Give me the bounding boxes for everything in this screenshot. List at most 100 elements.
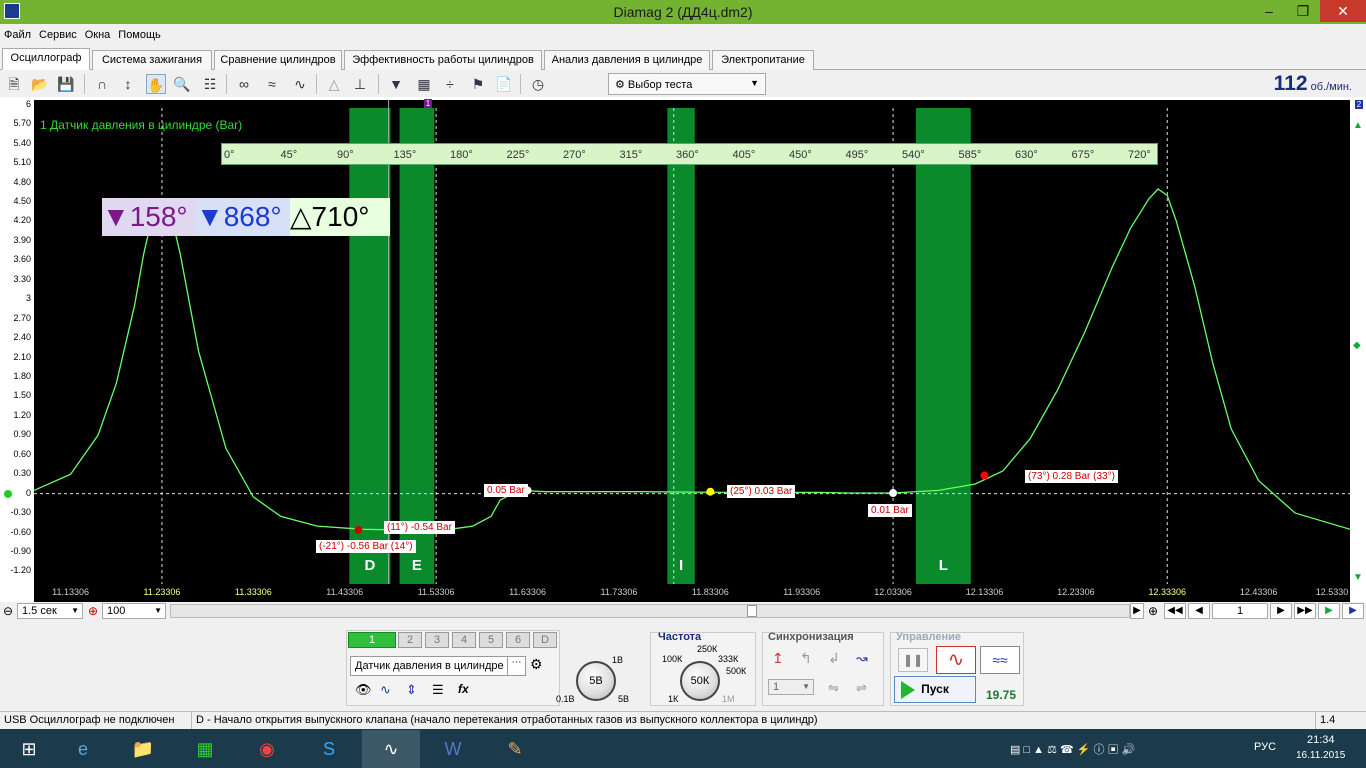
save-icon[interactable]: 💾 [56, 74, 76, 94]
tab-power[interactable]: Электропитание [712, 50, 814, 70]
play-button[interactable]: ▶ [1318, 603, 1340, 619]
auto-icon[interactable]: △ [324, 74, 344, 94]
sensor-select[interactable]: Датчик давления в цилиндре ⋯ [350, 656, 526, 676]
tab-pressure-analysis[interactable]: Анализ давления в цилиндре [544, 50, 710, 70]
menu-file[interactable]: Файл [0, 26, 35, 41]
function-icon[interactable]: fx [458, 682, 469, 696]
open-folder-icon[interactable]: 📂 [30, 74, 50, 94]
menu-help[interactable]: Помощь [114, 26, 165, 41]
channel-2-button[interactable]: 2 [398, 632, 422, 648]
paint-icon[interactable]: ✎ [486, 730, 544, 768]
next-page-button[interactable]: ▶ [1270, 603, 1292, 619]
eye-icon[interactable]: 👁 [355, 682, 372, 698]
new-file-icon[interactable]: 🗎 [4, 74, 24, 94]
freq-knob[interactable]: 50К [680, 661, 720, 701]
rising-edge-icon[interactable]: ↥ [772, 650, 784, 667]
diamag-icon[interactable]: ∿ [362, 730, 420, 768]
zoom-select[interactable]: 100 ▼ [102, 603, 166, 619]
curve-tool-icon[interactable]: ∩ [92, 74, 112, 94]
file-explorer-icon[interactable]: 📁 [114, 730, 172, 768]
zone-label-i: I [679, 557, 683, 574]
skype-icon[interactable]: S [300, 730, 358, 768]
zero-level-marker[interactable] [4, 489, 12, 498]
chrome-icon[interactable]: ◉ [238, 730, 296, 768]
offset-icon[interactable]: ⇕ [406, 682, 417, 698]
zoom-in-icon[interactable]: ⊕ [88, 604, 98, 618]
loop-icon[interactable]: ∿ [290, 74, 310, 94]
sync-icon[interactable]: ∞ [234, 74, 254, 94]
hand-tool-icon[interactable]: ✋ [146, 74, 166, 94]
zero-icon[interactable]: ⊥ [350, 74, 370, 94]
auto-clock-icon[interactable]: ◷ [528, 74, 548, 94]
voltage-knob[interactable]: 5В [576, 661, 616, 701]
cursor2-marker[interactable]: 2 [1355, 100, 1363, 109]
tab-ignition[interactable]: Система зажигания [92, 50, 212, 70]
windows-start-icon[interactable]: ⊞ [0, 730, 58, 768]
channel-3-button[interactable]: 3 [425, 632, 449, 648]
scroll-right-icon[interactable]: ▶ [1130, 603, 1144, 619]
language-indicator[interactable]: РУС [1254, 741, 1276, 753]
control-value: 19.75 [986, 688, 1017, 702]
clock-date[interactable]: 16.11.2015 [1296, 750, 1345, 761]
zoom-out-icon[interactable]: ⊖ [3, 604, 13, 618]
sync-channel-select[interactable]: 1 ▼ [768, 679, 814, 695]
close-button[interactable]: ✕ [1320, 0, 1366, 22]
sine-mode-button[interactable]: ∿ [936, 646, 976, 674]
more-icon[interactable]: ⋯ [507, 657, 525, 675]
clock-time[interactable]: 21:34 [1307, 734, 1335, 746]
menu-windows[interactable]: Окна [81, 26, 115, 41]
tab-cylinder-efficiency[interactable]: Эффективность работы цилиндров [344, 50, 542, 70]
waves-icon[interactable]: ≈ [262, 74, 282, 94]
scroll-up-icon[interactable]: ▲ [1353, 120, 1363, 131]
filter-icon[interactable]: ☷ [200, 74, 220, 94]
play-fast-button[interactable]: ▶ [1342, 603, 1364, 619]
oscilloscope-plot[interactable]: DEIL [34, 100, 1350, 584]
horizontal-scrollbar[interactable] [170, 604, 1130, 618]
cursor1-marker[interactable]: 1 [424, 99, 432, 108]
tray-icons[interactable]: ▤ □ ▲ ⚖ ☎ ⚡ ⓘ ▣ 🔊 [1010, 741, 1135, 757]
split-icon[interactable]: ÷ [440, 74, 460, 94]
maximize-button[interactable]: ❐ [1286, 0, 1320, 22]
store-icon[interactable]: ▦ [176, 730, 234, 768]
sensor-settings-icon[interactable]: ⚙ [530, 656, 543, 673]
scroll-thumb[interactable] [747, 605, 757, 617]
channel-4-button[interactable]: 4 [452, 632, 476, 648]
expand-icon[interactable]: ⇌ [856, 680, 867, 696]
add-page-icon[interactable]: ⊕ [1148, 604, 1158, 618]
channel-1-button[interactable]: 1 [348, 632, 396, 648]
start-button[interactable]: Пуск [894, 676, 976, 703]
scroll-down-icon[interactable]: ▼ [1353, 572, 1363, 583]
internet-explorer-icon[interactable]: e [54, 730, 112, 768]
menu-service[interactable]: Сервис [35, 26, 81, 41]
flag-icon[interactable]: ⚑ [468, 74, 488, 94]
minimize-button[interactable]: – [1252, 0, 1286, 22]
level-down-icon[interactable]: ↲ [828, 650, 840, 667]
level-marker-icon[interactable]: ◆ [1353, 340, 1361, 351]
channel-6-button[interactable]: 6 [506, 632, 530, 648]
word-icon[interactable]: W [424, 730, 482, 768]
test-select[interactable]: ⚙ Выбор теста ▼ [608, 73, 766, 95]
channel-d-button[interactable]: D [533, 632, 557, 648]
tab-cylinder-compare[interactable]: Сравнение цилиндров [214, 50, 342, 70]
first-page-button[interactable]: ◀◀ [1164, 603, 1186, 619]
cursor-filter-icon[interactable]: ▼ [386, 74, 406, 94]
prev-page-button[interactable]: ◀ [1188, 603, 1210, 619]
lines-icon[interactable]: ☰ [432, 682, 444, 698]
channel-5-button[interactable]: 5 [479, 632, 503, 648]
measure-tool-icon[interactable]: ↕ [118, 74, 138, 94]
pause-button[interactable]: ❚❚ [898, 648, 928, 672]
sync-auto-icon[interactable]: ↝ [856, 650, 868, 667]
document-icon[interactable]: 📄 [494, 74, 514, 94]
noise-mode-button[interactable]: ≈≈ [980, 646, 1020, 674]
zoom-icon[interactable]: 🔍 [172, 74, 192, 94]
invert-icon[interactable]: ∿ [380, 682, 391, 698]
compress-icon[interactable]: ⇋ [828, 680, 839, 696]
level-up-icon[interactable]: ↰ [800, 650, 812, 667]
timebase-select[interactable]: 1.5 сек ▼ [17, 603, 83, 619]
page-number[interactable]: 1 [1212, 603, 1268, 619]
zone-label-d: D [364, 557, 375, 574]
y-tick-label: 3 [25, 293, 31, 304]
grid-icon[interactable]: ▦ [414, 74, 434, 94]
tab-oscilloscope[interactable]: Осциллограф [2, 48, 90, 70]
last-page-button[interactable]: ▶▶ [1294, 603, 1316, 619]
